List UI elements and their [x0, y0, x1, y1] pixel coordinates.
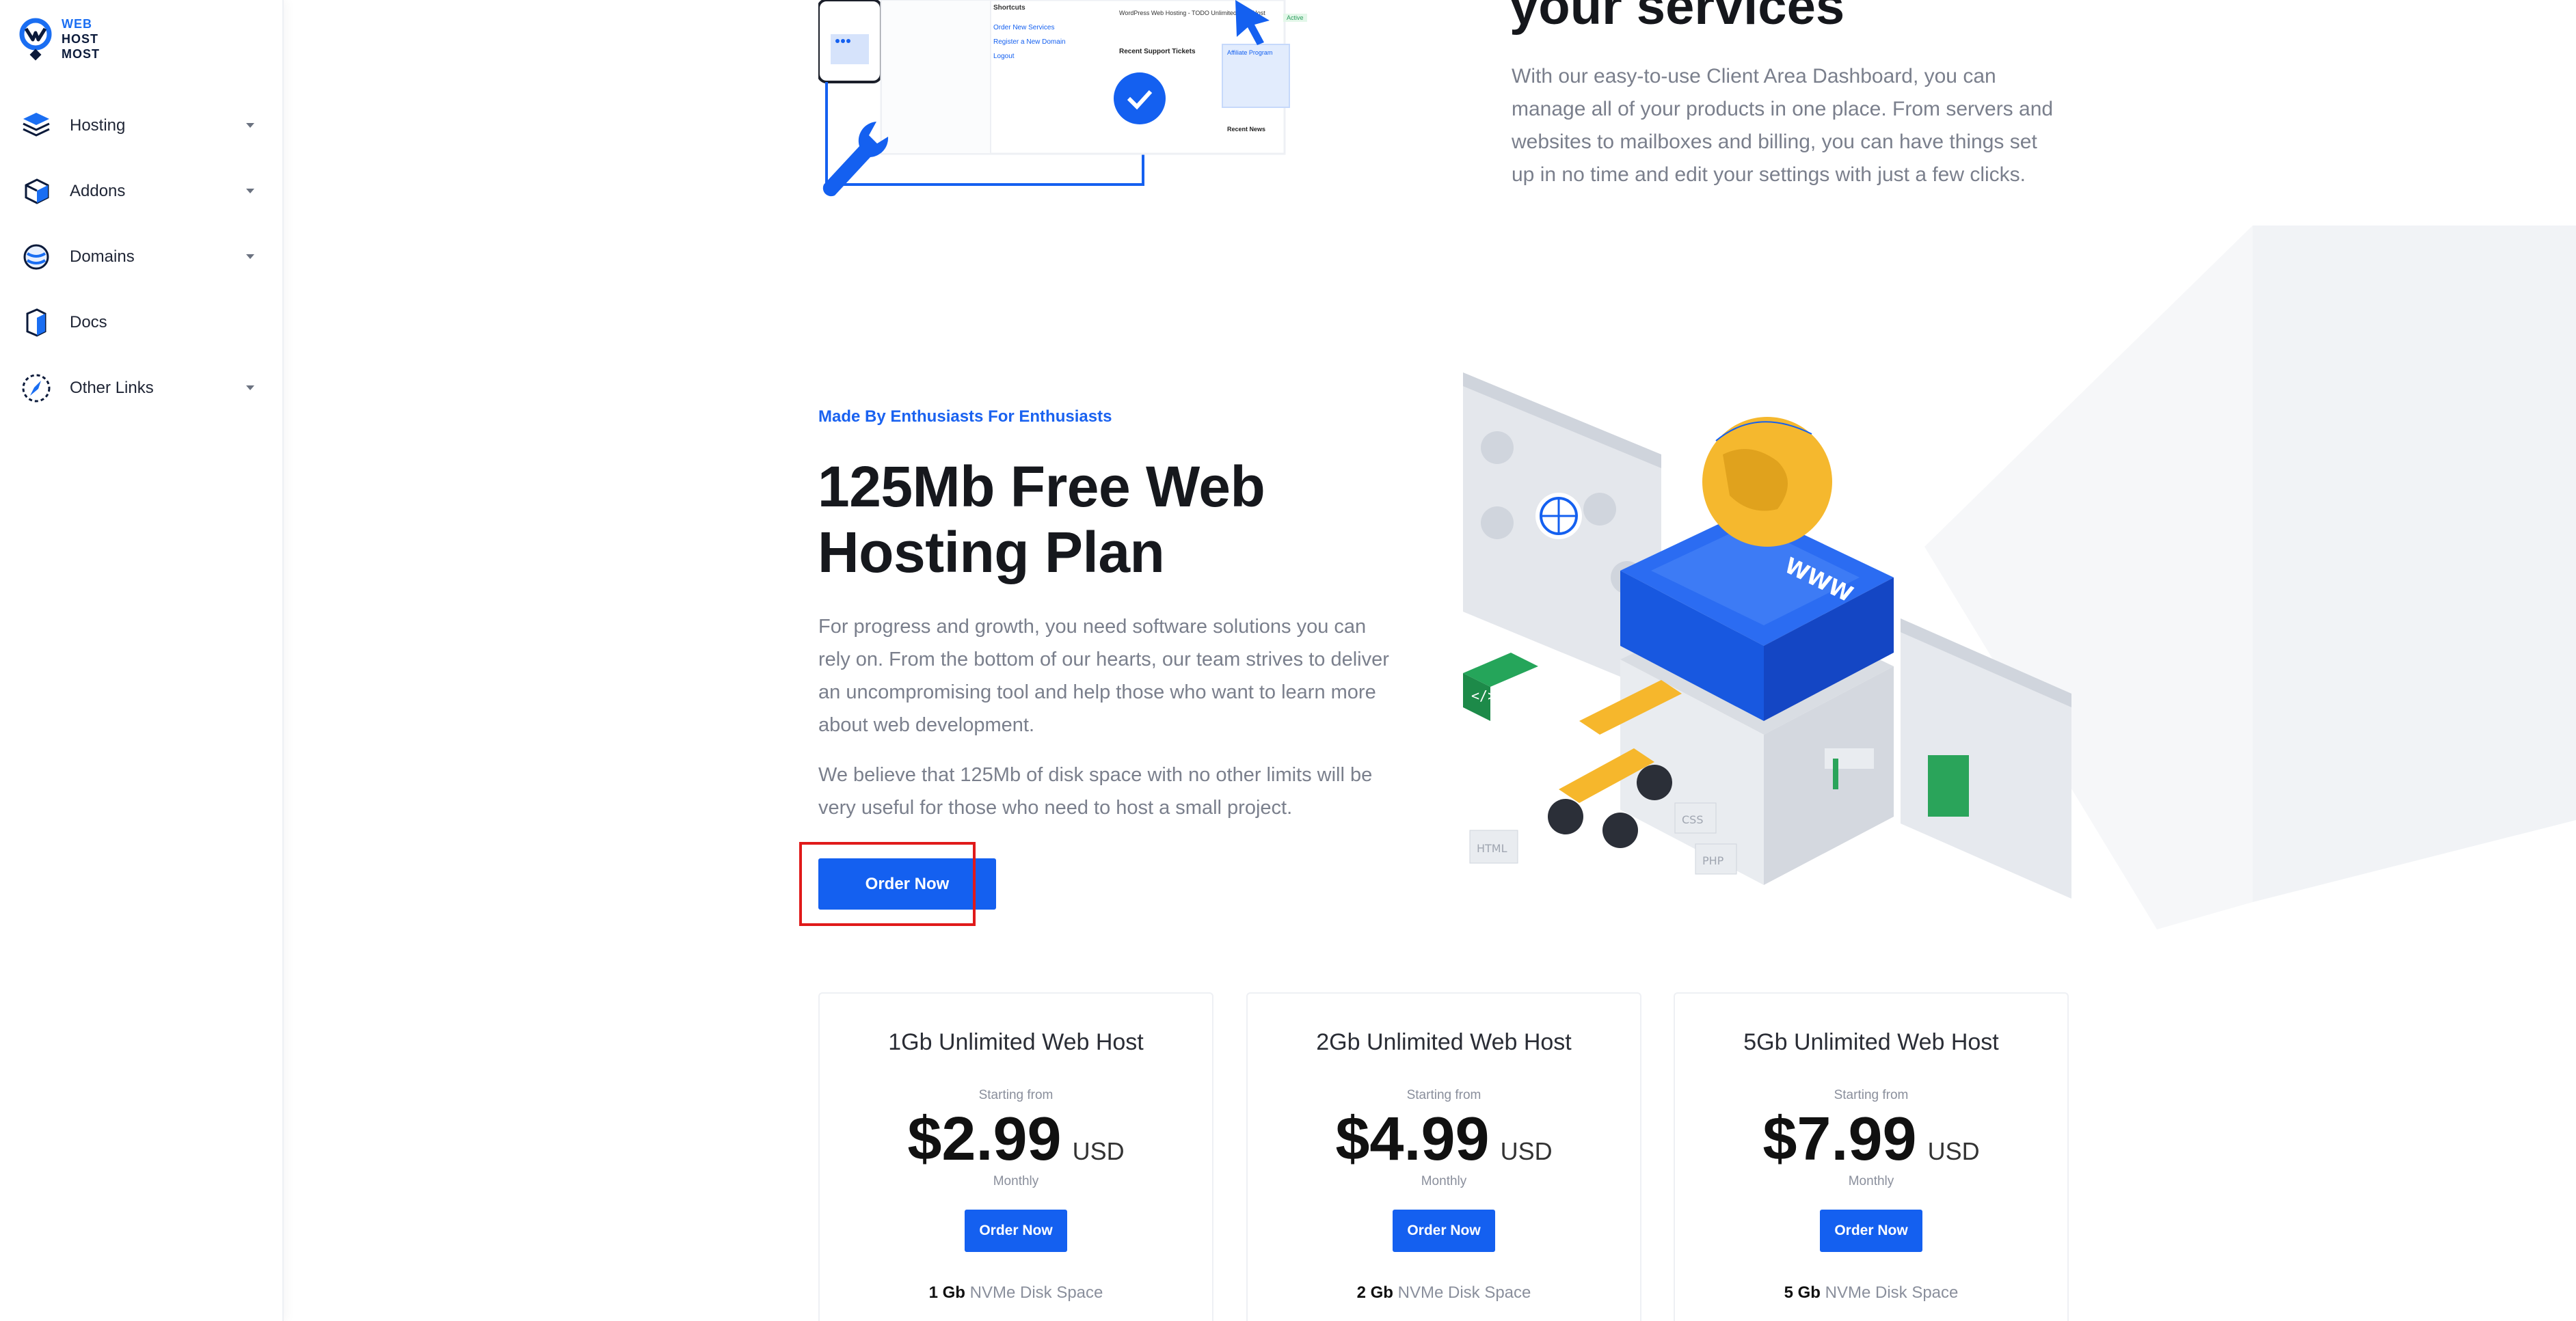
- plan-disk-feature: 2 Gb NVMe Disk Space: [1248, 1283, 1640, 1303]
- cube-addons-icon: [25, 178, 49, 204]
- brand-wordmark: WEB HOST MOST: [62, 16, 100, 62]
- plan-title: 2Gb Unlimited Web Host: [1316, 1029, 1572, 1055]
- brand-logo[interactable]: WEB HOST MOST: [18, 16, 100, 62]
- plan-disk-feature: 1 Gb NVMe Disk Space: [820, 1283, 1212, 1303]
- plan-disk-label: NVMe Disk Space: [969, 1283, 1103, 1302]
- service-status-badge: Active: [1283, 14, 1307, 22]
- css-block-label: CSS: [1682, 813, 1703, 826]
- annotation-highlight-box: [799, 842, 976, 926]
- brand-line2: HOST: [62, 32, 99, 46]
- wrench-icon: [822, 122, 889, 197]
- sidebar: WEB HOST MOST Hosting Addons Domains Doc…: [0, 0, 284, 1321]
- plan-starting-label: Starting from: [1834, 1088, 1909, 1102]
- plan-title: 1Gb Unlimited Web Host: [888, 1029, 1144, 1055]
- plan-price-value: $2.99: [907, 1105, 1062, 1173]
- affiliate-panel: Affiliate Program: [1222, 44, 1290, 108]
- intro-description: With our easy-to-use Client Area Dashboa…: [1512, 65, 2054, 186]
- sidebar-item-domains[interactable]: Domains: [0, 224, 282, 290]
- sidebar-item-addons-label: Addons: [70, 182, 126, 200]
- shortcuts-panel: Shortcuts Order New Services Register a …: [993, 4, 1066, 60]
- plan-period: Monthly: [1848, 1174, 1894, 1188]
- intro-heading: your services: [1510, 0, 1845, 36]
- plan-starting-label: Starting from: [978, 1088, 1054, 1102]
- sidebar-item-docs[interactable]: Docs: [0, 290, 282, 355]
- plan-order-now-button[interactable]: Order Now: [965, 1210, 1067, 1252]
- cursor-arrow-icon: [1235, 0, 1270, 45]
- news-panel-title: Recent News: [1227, 126, 1266, 133]
- sidebar-item-docs-label: Docs: [70, 313, 107, 331]
- plan-currency: USD: [1927, 1137, 1980, 1165]
- sidebar-nav: Hosting Addons Domains Docs Other Links: [0, 93, 282, 421]
- hero-paragraph-1: For progress and growth, you need softwa…: [818, 616, 1389, 736]
- plan-price: $2.99 USD: [820, 1104, 1212, 1175]
- plan-price: $4.99 USD: [1248, 1104, 1640, 1175]
- plan-disk-amount: 5 Gb: [1784, 1283, 1821, 1302]
- plan-disk-amount: 2 Gb: [1356, 1283, 1393, 1302]
- sidebar-item-domains-label: Domains: [70, 247, 135, 266]
- chevron-down-icon: [246, 189, 254, 193]
- plan-price: $7.99 USD: [1675, 1104, 2067, 1175]
- plan-starting-label: Starting from: [1406, 1088, 1481, 1102]
- hero-paragraph-2: We believe that 125Mb of disk space with…: [818, 764, 1373, 819]
- tickets-panel-title: Recent Support Tickets: [1119, 48, 1196, 55]
- plan-card-1: 1Gb Unlimited Web Host Starting from $2.…: [818, 992, 1213, 1321]
- html-block-label: HTML: [1477, 842, 1507, 855]
- chevron-down-icon: [246, 254, 254, 259]
- brand-logo-icon: [19, 18, 52, 61]
- plan-period: Monthly: [993, 1174, 1039, 1188]
- main-content: Shortcuts Order New Services Register a …: [284, 0, 2576, 1321]
- chevron-down-icon: [246, 123, 254, 128]
- shortcut-link: Register a New Domain: [993, 38, 1066, 46]
- plan-period: Monthly: [1421, 1174, 1467, 1188]
- shortcut-link: Order New Services: [993, 24, 1055, 31]
- plan-order-now-button[interactable]: Order Now: [1820, 1210, 1922, 1252]
- sidebar-item-hosting[interactable]: Hosting: [0, 93, 282, 159]
- brand-line1: WEB: [62, 17, 92, 31]
- hero-tagline: Made By Enthusiasts For Enthusiasts: [818, 407, 1112, 426]
- php-block-label: PHP: [1702, 854, 1724, 867]
- plan-card-3: 5Gb Unlimited Web Host Starting from $7.…: [1674, 992, 2069, 1321]
- plan-card-2: 2Gb Unlimited Web Host Starting from $4.…: [1246, 992, 1641, 1321]
- plan-price-value: $4.99: [1335, 1105, 1490, 1173]
- plan-disk-label: NVMe Disk Space: [1825, 1283, 1959, 1302]
- sidebar-item-addons[interactable]: Addons: [0, 159, 282, 224]
- chevron-down-icon: [246, 385, 254, 390]
- sidebar-item-other-links[interactable]: Other Links: [0, 355, 282, 421]
- sidebar-item-hosting-label: Hosting: [70, 116, 126, 135]
- plan-currency: USD: [1500, 1137, 1553, 1165]
- code-label: </>: [1471, 687, 1496, 704]
- hosting-isometric-illustration: WWW </> HTML CSS PHP: [1463, 372, 2071, 899]
- globe-domains-icon: [23, 244, 49, 270]
- compass-links-icon: [22, 374, 51, 403]
- docs-cube-icon: [26, 308, 46, 337]
- server-stack-icon: [23, 113, 50, 137]
- checkmark-circle-icon: [1114, 72, 1166, 124]
- shortcut-link: Logout: [993, 53, 1015, 60]
- shortcuts-title: Shortcuts: [993, 4, 1025, 12]
- plan-currency: USD: [1072, 1137, 1125, 1165]
- plan-price-value: $7.99: [1762, 1105, 1917, 1173]
- dashboard-mockup: Shortcuts Order New Services Register a …: [818, 0, 1307, 219]
- plan-disk-label: NVMe Disk Space: [1397, 1283, 1531, 1302]
- plan-disk-feature: 5 Gb NVMe Disk Space: [1675, 1283, 2067, 1303]
- plan-disk-amount: 1 Gb: [928, 1283, 965, 1302]
- plan-order-now-button[interactable]: Order Now: [1393, 1210, 1495, 1252]
- brand-line3: MOST: [62, 47, 100, 61]
- sidebar-item-other-links-label: Other Links: [70, 379, 154, 397]
- affiliate-panel-title: Affiliate Program: [1227, 49, 1273, 56]
- plan-title: 5Gb Unlimited Web Host: [1743, 1029, 1999, 1055]
- hero-title: 125Mb Free Web Hosting Plan: [818, 454, 1265, 584]
